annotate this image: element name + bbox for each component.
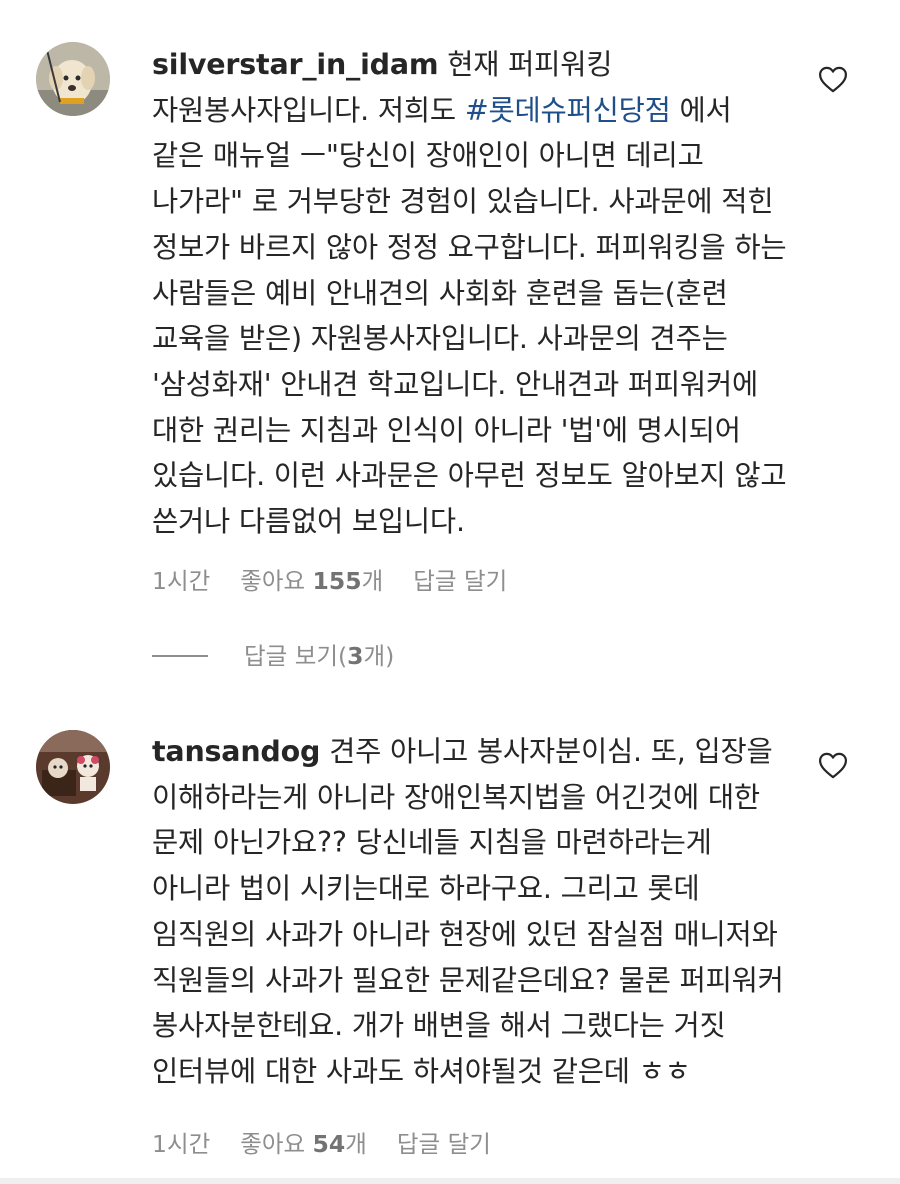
reply-button[interactable]: 답글 달기 (397, 1128, 491, 1160)
comment-meta: 1시간 좋아요 54개 답글 달기 (152, 1128, 491, 1160)
bottom-divider (0, 1178, 900, 1184)
view-replies-button[interactable]: 답글 보기(3 개) (152, 640, 394, 672)
comment-body: silverstar_in_idam 현재 퍼피워킹 자원봉사자입니다. 저희도… (152, 42, 792, 545)
like-count[interactable]: 좋아요 155개 (240, 565, 383, 597)
avatar[interactable] (36, 730, 110, 804)
divider-line (152, 655, 208, 657)
comment-meta: 1시간 좋아요 155개 답글 달기 (152, 565, 507, 597)
heart-icon[interactable] (818, 752, 848, 779)
avatar[interactable] (36, 42, 110, 116)
dog-avatar-image (36, 42, 110, 116)
timestamp: 1시간 (152, 1130, 211, 1158)
heart-icon[interactable] (818, 66, 848, 93)
reply-button[interactable]: 답글 달기 (413, 565, 507, 597)
dogs-avatar-image (36, 730, 110, 804)
comment-text: 에서 같은 매뉴얼 ㅡ"당신이 장애인이 아니면 데리고 나가라" 로 거부당한… (152, 93, 787, 539)
comment-text: 견주 아니고 봉사자분이심. 또, 입장을 이해하라는게 아니라 장애인복지법을… (152, 735, 784, 1088)
username[interactable]: silverstar_in_idam (152, 48, 439, 81)
like-count[interactable]: 좋아요 54개 (240, 1128, 367, 1160)
timestamp: 1시간 (152, 567, 211, 595)
hashtag-link[interactable]: #롯데슈퍼신당점 (465, 94, 671, 127)
username[interactable]: tansandog (152, 735, 320, 768)
comment-body: tansandog 견주 아니고 봉사자분이심. 또, 입장을 이해하라는게 아… (152, 729, 792, 1095)
